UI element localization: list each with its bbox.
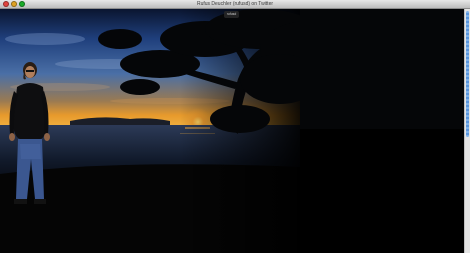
profile-name-button[interactable]: rufusd: [224, 11, 239, 18]
window-titlebar: Rufus Deuchler (rufusd) on Twitter: [0, 0, 470, 9]
scrollbar-thumb[interactable]: [466, 11, 469, 137]
vertical-scrollbar[interactable]: [464, 9, 470, 253]
window-title: Rufus Deuchler (rufusd) on Twitter: [196, 1, 274, 7]
browser-window: Rufus Deuchler (rufusd) on Twitter rufus…: [0, 0, 470, 253]
profile-background-image: [0, 9, 464, 253]
page-content: rufusd: [0, 9, 464, 253]
